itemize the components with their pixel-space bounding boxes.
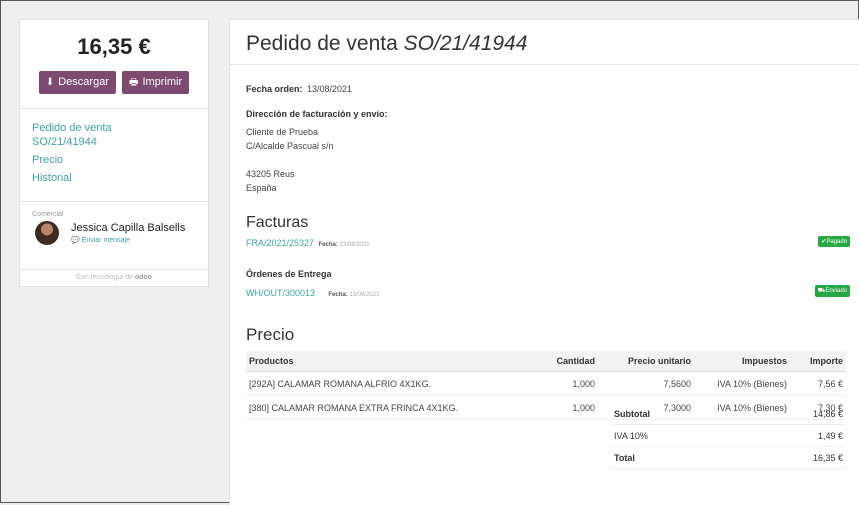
delivery-link[interactable]: WH/OUT/300013 (246, 288, 315, 298)
tax-row: IVA 10% 1,49 € (611, 424, 846, 447)
quantity-cell: 1,000 (522, 371, 598, 396)
odoo-logo[interactable]: odoo (135, 274, 152, 281)
status-badge: ⛟Enviado (814, 285, 850, 297)
tax-cell: IVA 10% (Bienes) (694, 371, 790, 396)
delivery-date-label: Fecha: (328, 292, 348, 298)
salesperson: Jessica Capilla Balsells 💬 Enviar mensaj… (35, 221, 208, 245)
invoice-row: FRA/2021/25327 Fecha: 13/08/2021 (246, 233, 370, 251)
title-ref: SO/21/41944 (403, 32, 528, 55)
order-amount: 16,35 € (77, 34, 151, 59)
unit-price-cell: 7,5600 (598, 371, 694, 396)
col-taxes: Impuestos (694, 351, 790, 372)
print-icon: 🖶 (128, 77, 139, 88)
date-value: 13/08/2021 (306, 84, 353, 94)
subtotal-label: Subtotal (611, 403, 738, 425)
sidebar: 16,35 € ⬇ Descargar 🖶 Imprimir Pedido de… (19, 19, 209, 287)
avatar (35, 221, 59, 245)
quantity-cell: 1,000 (522, 395, 598, 420)
nav-order-ref[interactable]: SO/21/41944 (32, 135, 208, 149)
order-panel: Pedido de venta SO/21/41944 Fecha orden:… (229, 19, 859, 505)
table-row: [292A] CALAMAR ROMANA ALFRIO 4X1KG. 1,00… (246, 371, 846, 396)
invoices-label: Facturas (246, 214, 309, 231)
address-line: Cliente de Prueba (246, 127, 319, 137)
nav-sales-order[interactable]: Pedido de venta (32, 121, 208, 135)
download-label: Descargar (58, 76, 109, 88)
invoice-date-label: Fecha: (318, 242, 338, 248)
amount-cell: 7,56 € (790, 371, 846, 396)
nav-price[interactable]: Precio (32, 153, 208, 167)
tax-value: 1,49 € (737, 424, 846, 447)
col-products: Productos (246, 351, 522, 372)
address-line (246, 153, 388, 167)
col-unit-price: Precio unitario (598, 351, 694, 372)
print-label: Imprimir (142, 76, 183, 88)
powered-by-text: Con tecnología de (76, 274, 133, 281)
deliveries-label: Órdenes de Entrega (246, 269, 332, 279)
page-title: Pedido de venta SO/21/41944 (246, 32, 527, 56)
totals-table: Subtotal 14,86 € IVA 10% 1,49 € Total 16… (611, 403, 846, 469)
total-label: Total (611, 446, 738, 469)
address-label: Dirección de facturación y envío: (246, 109, 388, 119)
total-row: Total 16,35 € (611, 446, 846, 469)
order-date: Fecha orden: 13/08/2021 (246, 79, 352, 97)
col-quantity: Cantidad (522, 351, 598, 372)
sidebar-nav: Pedido de venta SO/21/41944 Precio Histo… (20, 109, 208, 185)
title-prefix: Pedido de venta (246, 32, 398, 55)
download-button[interactable]: ⬇ Descargar (38, 71, 116, 94)
sidebar-actions: ⬇ Descargar 🖶 Imprimir (20, 71, 208, 94)
nav-history[interactable]: Historial (32, 171, 208, 185)
comment-icon: 💬 (71, 237, 80, 244)
print-button[interactable]: 🖶 Imprimir (121, 71, 190, 94)
salesperson-heading: Comercial (32, 211, 64, 218)
invoice-date: 13/08/2021 (339, 242, 370, 248)
invoice-status: Pagado (826, 239, 847, 245)
address-line: España (246, 183, 277, 193)
address-line: C/Alcalde Pascual s/n (246, 141, 334, 151)
delivery-row: WH/OUT/300013 Fecha: 13/08/2021 (246, 283, 379, 301)
product-link[interactable]: [292A] CALAMAR ROMANA ALFRIO 4X1KG. (246, 371, 522, 396)
salesperson-name: Jessica Capilla Balsells (71, 222, 186, 234)
delivery-status: Enviado (825, 288, 847, 294)
col-amount: Importe (790, 351, 846, 372)
status-badge: ✔Pagado (818, 236, 850, 247)
download-icon: ⬇ (45, 77, 55, 88)
address-line: 43205 Reus (246, 169, 295, 179)
subtotal-row: Subtotal 14,86 € (611, 403, 846, 425)
date-label: Fecha orden: (246, 84, 303, 94)
table-header: Productos Cantidad Precio unitario Impue… (246, 351, 846, 372)
tax-label: IVA 10% (611, 424, 738, 447)
send-message-link[interactable]: 💬 Enviar mensaje (71, 236, 185, 244)
divider (230, 64, 859, 65)
delivery-date: 13/08/2021 (349, 292, 380, 298)
powered-by: Con tecnología de odoo (20, 269, 208, 286)
total-value: 16,35 € (737, 446, 846, 469)
screenshot-frame: 16,35 € ⬇ Descargar 🖶 Imprimir Pedido de… (0, 0, 859, 505)
product-link[interactable]: [380] CALAMAR ROMANA EXTRA FRINCA 4X1KG. (246, 395, 522, 420)
invoice-link[interactable]: FRA/2021/25327 (246, 238, 314, 248)
subtotal-value: 14,86 € (737, 403, 846, 425)
price-heading: Precio (246, 325, 295, 344)
divider (20, 201, 208, 202)
address-block: Dirección de facturación y envío: Client… (246, 109, 388, 195)
send-message-label: Enviar mensaje (81, 237, 130, 244)
